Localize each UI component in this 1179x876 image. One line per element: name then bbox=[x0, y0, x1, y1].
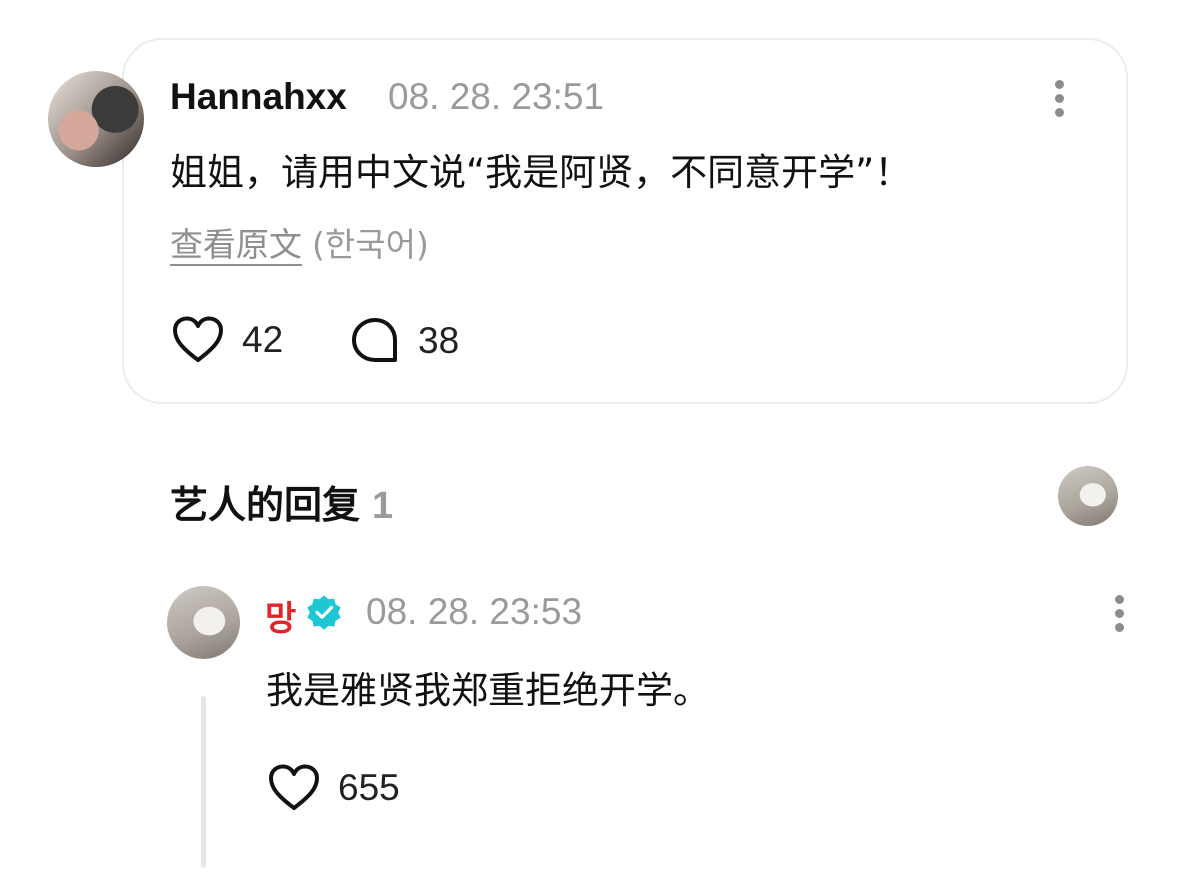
more-vertical-icon[interactable] bbox=[1114, 595, 1124, 632]
artist-name[interactable]: 망 bbox=[265, 591, 296, 640]
verified-badge-icon bbox=[307, 595, 341, 630]
heart-icon bbox=[269, 764, 319, 810]
view-original-link[interactable]: 查看原文 bbox=[170, 225, 302, 264]
more-vertical-icon[interactable] bbox=[1054, 80, 1064, 117]
reply-like-count: 655 bbox=[338, 767, 400, 808]
reply-like-button[interactable]: 655 bbox=[268, 764, 400, 812]
thread-connector-line bbox=[201, 696, 206, 868]
artist-avatar[interactable] bbox=[167, 586, 240, 659]
fan-comment-thread: Hannahxx 08. 28. 23:51 姐姐，请用中文说“我是阿贤，不同意… bbox=[0, 0, 1179, 876]
comment-text: 姐姐，请用中文说“我是阿贤，不同意开学”！ bbox=[170, 151, 912, 194]
comment-reply-button[interactable]: 38 bbox=[350, 316, 459, 366]
original-language-label: (한국어) bbox=[312, 225, 429, 264]
artist-replies-title: 艺人的回复 bbox=[170, 483, 361, 527]
reply-timestamp: 08. 28. 23:53 bbox=[366, 591, 583, 632]
artist-replies-heading: 艺人的回复 1 bbox=[170, 474, 393, 529]
commenter-username[interactable]: Hannahxx bbox=[170, 76, 347, 118]
comment-like-button[interactable]: 42 bbox=[172, 316, 283, 364]
comment-reply-count: 38 bbox=[418, 320, 460, 361]
reply-text: 我是雅贤我郑重拒绝开学。 bbox=[266, 669, 710, 712]
commenter-avatar[interactable] bbox=[48, 71, 144, 167]
artist-avatar-small[interactable] bbox=[1058, 466, 1118, 526]
artist-replies-count: 1 bbox=[372, 485, 394, 527]
heart-icon bbox=[173, 316, 223, 362]
comment-timestamp: 08. 28. 23:51 bbox=[388, 76, 605, 117]
comment-bubble-icon bbox=[352, 318, 397, 362]
comment-like-count: 42 bbox=[242, 319, 284, 360]
translation-row: 查看原文 (한국어) bbox=[170, 218, 429, 266]
